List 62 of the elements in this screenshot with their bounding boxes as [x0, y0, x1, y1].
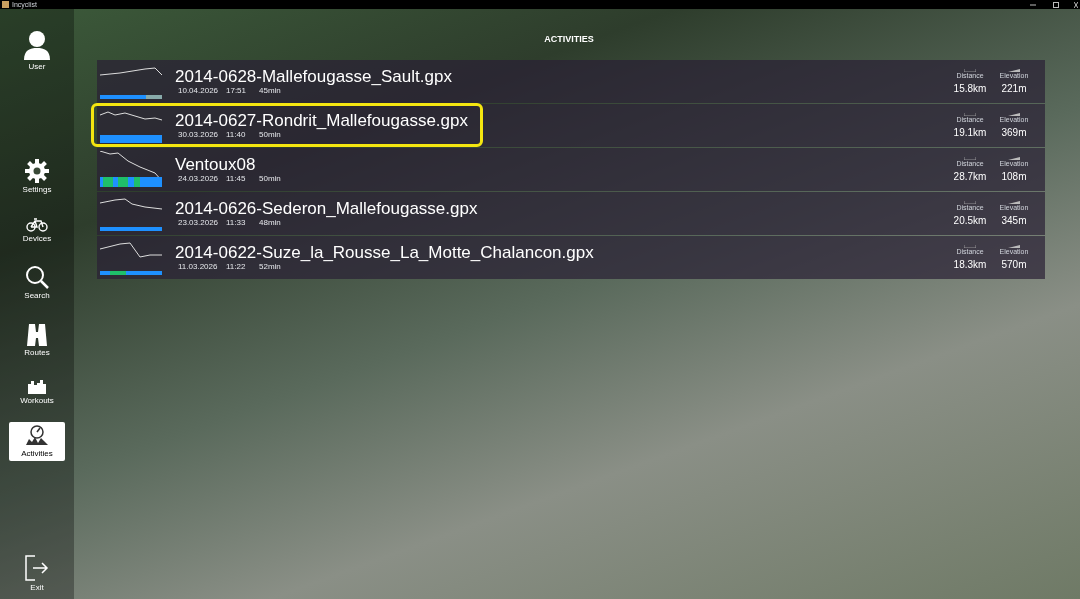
- activity-date: 11.03.2026: [178, 262, 219, 272]
- restore-icon[interactable]: [1053, 1, 1059, 8]
- activity-name: 2014-0626-Sederon_Mallefougasse.gpx: [175, 199, 479, 218]
- sidebar-item[interactable]: Settings: [9, 156, 65, 197]
- distance-icon: [964, 112, 976, 116]
- binoculars-icon: [25, 322, 49, 346]
- sidebar-item[interactable]: Devices: [9, 215, 65, 246]
- distance-value: 15.8km: [953, 81, 987, 95]
- activity-name: 2014-0627-Rondrit_Mallefougasse.gpx: [175, 111, 469, 130]
- sidebar-item[interactable]: Exit: [9, 552, 65, 595]
- elevation-value: 345m: [1001, 213, 1027, 227]
- sidebar-item[interactable]: Search: [9, 262, 65, 303]
- bicycle-icon: [26, 218, 48, 232]
- elevation-value: 221m: [1001, 81, 1027, 95]
- activity-time: 11:45: [226, 174, 247, 184]
- activity-time: 11:22: [226, 262, 247, 272]
- elevation-icon: [1008, 244, 1020, 248]
- activity-duration: 50min: [259, 174, 281, 184]
- minimize-icon[interactable]: [1030, 1, 1036, 8]
- sidebar-item[interactable]: User: [9, 27, 65, 74]
- distance-value: 18.3km: [953, 257, 987, 271]
- activity-time: 17:51: [226, 86, 248, 96]
- distance-value: 20.5km: [953, 213, 987, 227]
- close-icon[interactable]: [1074, 1, 1078, 8]
- sidebar-item[interactable]: Workouts: [9, 376, 65, 408]
- activity-duration: 50min: [259, 130, 281, 140]
- activity-time: 11:33: [226, 218, 247, 228]
- elevation-value: 570m: [1001, 257, 1027, 271]
- activity-date: 23.03.2026: [178, 218, 220, 228]
- distance-value: 28.7km: [953, 169, 987, 183]
- distance-icon: [964, 68, 976, 72]
- activity-name: 2014-0622-Suze_la_Rousse_La_Motte_Chalancon.gpx: [175, 243, 595, 262]
- activity-date: 24.03.2026: [178, 174, 220, 184]
- distance-icon: [964, 200, 976, 204]
- activity-date: 10.04.2026: [178, 86, 220, 96]
- elevation-icon: [1008, 200, 1020, 204]
- activity-icon: [25, 425, 49, 447]
- elevation-icon: [1008, 112, 1020, 116]
- gear-icon: [25, 159, 49, 183]
- sidebar-item[interactable]: Activities: [9, 422, 65, 461]
- app-icon: [2, 1, 9, 8]
- distance-icon: [964, 244, 976, 248]
- activity-duration: 48min: [259, 218, 281, 228]
- activity-time: 11:40: [226, 130, 247, 140]
- user-icon: [24, 30, 50, 60]
- page-title: ACTIVITIES: [544, 35, 594, 44]
- elevation-icon: [1008, 156, 1020, 160]
- activity-duration: 45min: [259, 86, 281, 96]
- bar-chart-icon: [28, 379, 46, 394]
- activity-date: 30.03.2026: [178, 130, 220, 140]
- distance-icon: [964, 156, 976, 160]
- activity-name: 2014-0628-Mallefougasse_Sault.gpx: [175, 67, 453, 86]
- elevation-icon: [1008, 68, 1020, 72]
- search-icon: [25, 265, 49, 289]
- elevation-thumbnail: [100, 150, 162, 189]
- exit-icon: [25, 555, 49, 581]
- elevation-value: 369m: [1001, 125, 1027, 139]
- activity-duration: 52min: [259, 262, 281, 272]
- elevation-value: 108m: [1001, 169, 1027, 183]
- sidebar-item[interactable]: Routes: [9, 319, 65, 360]
- distance-value: 19.1km: [953, 125, 987, 139]
- activity-name: Ventoux08: [175, 155, 257, 174]
